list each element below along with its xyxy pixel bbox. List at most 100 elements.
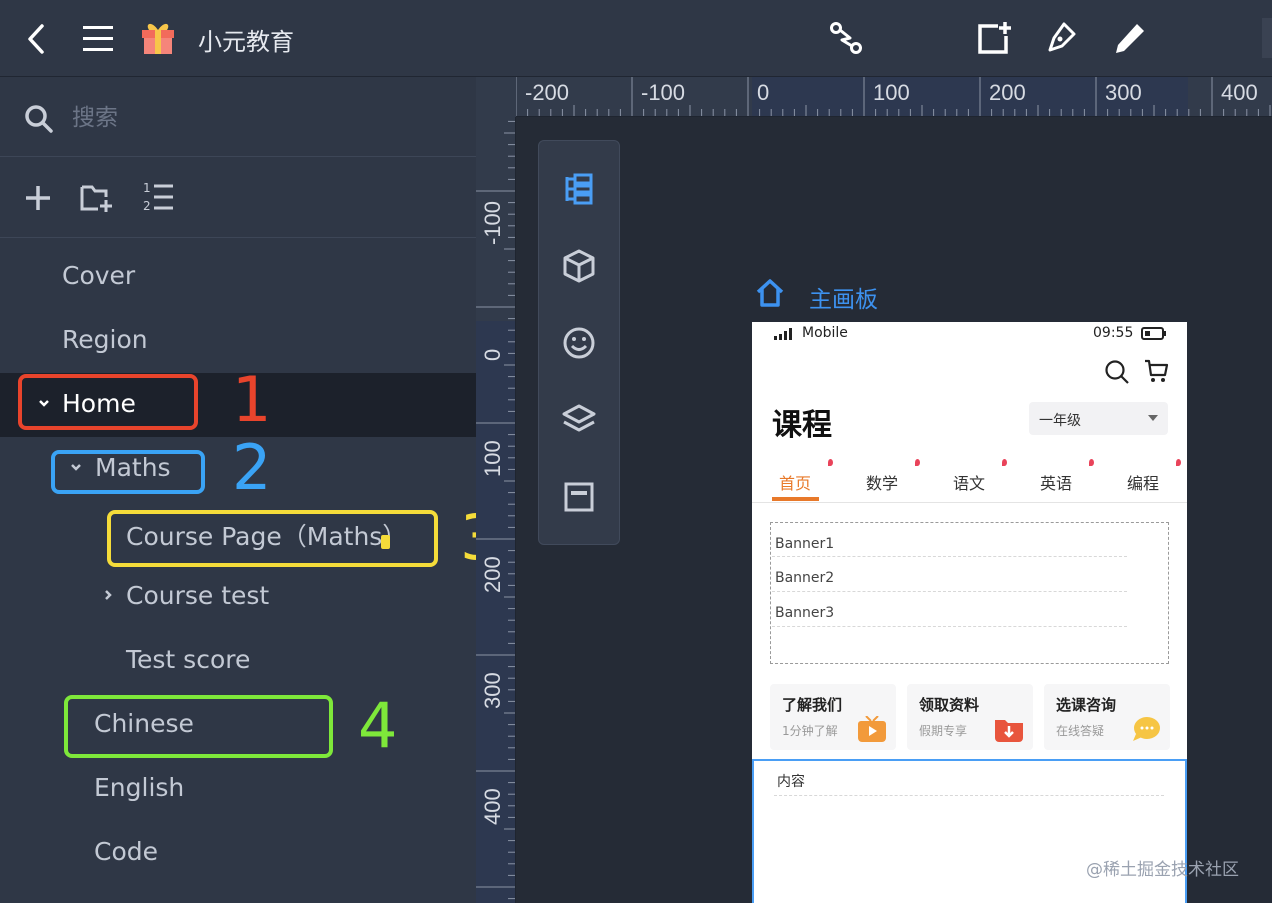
grade-select[interactable]: 一年级	[1029, 402, 1168, 435]
cube-icon[interactable]	[559, 246, 599, 286]
card-title: 了解我们	[782, 696, 843, 714]
tree-item-label: English	[94, 773, 185, 802]
panel-edge	[1262, 18, 1272, 58]
design-canvas[interactable]: -200 -100 0 100 200 300 400 -100 0 100 200 300 400 5…	[476, 77, 1272, 903]
search-icon[interactable]	[1104, 359, 1130, 385]
ruler-vertical[interactable]: -100 0 100 200 300 400 500	[476, 117, 516, 903]
banner-item[interactable]: Banner1	[775, 536, 834, 552]
page-title: 课程	[772, 408, 832, 443]
phone-artboard[interactable]: Mobile 09:55 课程 一年级 首页 数学 语文 英语 编程 Banne	[752, 322, 1187, 903]
banner-item[interactable]: Banner3	[775, 605, 834, 621]
signal-icon	[774, 328, 792, 340]
tree-toolbar: 12	[0, 158, 476, 238]
tree-item-test-score[interactable]: Test score	[0, 629, 476, 693]
search-icon	[25, 105, 53, 133]
annotation-box-2	[51, 450, 205, 494]
tree-item-label: Test score	[126, 645, 251, 674]
banner-divider	[772, 626, 1127, 627]
ruler-label: -100	[480, 200, 505, 245]
ruler-label: -100	[641, 80, 686, 105]
home-icon	[756, 279, 784, 307]
annotation-number-4: 4	[358, 689, 398, 762]
chevron-right-icon[interactable]	[100, 587, 116, 603]
tree-structure-icon[interactable]	[559, 169, 599, 209]
card-about-us[interactable]: 了解我们 1分钟了解	[770, 684, 896, 750]
smiley-icon[interactable]	[559, 323, 599, 363]
video-play-icon	[858, 716, 886, 742]
tab-badge-dot	[1176, 459, 1181, 466]
content-section[interactable]: 内容	[752, 759, 1187, 903]
tree-item-english[interactable]: English	[0, 757, 476, 821]
pencil-icon[interactable]	[1112, 20, 1148, 56]
banner-item[interactable]: Banner2	[775, 570, 834, 586]
ruler-label: 200	[989, 80, 1026, 105]
cart-icon[interactable]	[1143, 358, 1169, 384]
search-row	[0, 77, 476, 157]
caret-down-icon	[1148, 415, 1158, 421]
text-cursor	[381, 535, 390, 549]
content-label: 内容	[777, 774, 805, 790]
tree-item-cover[interactable]: Cover	[0, 245, 476, 309]
card-subtitle: 1分钟了解	[782, 724, 838, 738]
tab-maths[interactable]: 数学	[866, 470, 898, 494]
ruler-label: 100	[480, 440, 505, 477]
add-page-icon[interactable]	[976, 20, 1012, 56]
hamburger-menu-icon[interactable]	[82, 24, 114, 54]
tree-item-label: Cover	[62, 261, 136, 290]
ruler-horizontal[interactable]: -200 -100 0 100 200 300 400	[516, 77, 1272, 117]
watermark: @稀土掘金技术社区	[1086, 860, 1239, 880]
annotation-number-1: 1	[232, 363, 272, 436]
frame-icon[interactable]	[559, 477, 599, 517]
back-arrow-icon[interactable]	[22, 22, 50, 56]
annotation-box-1	[18, 374, 198, 430]
tab-chinese[interactable]: 语文	[953, 470, 985, 494]
gift-box-icon	[142, 23, 174, 54]
tree-item-course-test[interactable]: Course test	[0, 565, 476, 629]
card-title: 领取资料	[919, 696, 980, 714]
tab-divider	[752, 502, 1187, 503]
ruler-label: 0	[757, 80, 770, 105]
grade-select-value: 一年级	[1039, 413, 1081, 429]
annotation-box-4	[64, 695, 333, 758]
tab-badge-dot	[915, 459, 920, 466]
plus-icon[interactable]	[24, 184, 52, 212]
ruler-label: 0	[480, 348, 505, 361]
tab-coding[interactable]: 编程	[1127, 470, 1159, 494]
status-time: 09:55	[1093, 325, 1134, 341]
artboard-title[interactable]: 主画板	[809, 280, 878, 314]
card-course-consult[interactable]: 选课咨询 在线答疑	[1044, 684, 1170, 750]
tab-badge-dot	[1002, 459, 1007, 466]
numbered-list-icon[interactable]: 12	[142, 180, 174, 214]
annotation-number-2: 2	[232, 431, 272, 504]
banner-divider	[772, 591, 1127, 592]
carrier-label: Mobile	[802, 325, 848, 341]
app-window: 小元教育 12 Cover Region Home Maths	[0, 0, 1272, 903]
add-folder-icon[interactable]	[80, 184, 114, 212]
tab-home[interactable]: 首页	[779, 470, 811, 494]
svg-text:1: 1	[143, 181, 151, 195]
tab-english[interactable]: 英语	[1040, 470, 1072, 494]
tree-item-label: Code	[94, 837, 159, 866]
connection-icon[interactable]	[828, 20, 864, 56]
chat-bubble-icon	[1133, 717, 1160, 741]
app-title: 小元教育	[198, 28, 294, 56]
tree-item-code[interactable]: Code	[0, 821, 476, 885]
ruler-label: 200	[480, 556, 505, 593]
tree-item-label: Course test	[126, 581, 270, 610]
card-subtitle: 在线答疑	[1056, 724, 1105, 738]
active-tab-indicator	[772, 497, 819, 501]
pen-tool-icon[interactable]	[1044, 20, 1078, 56]
layers-icon[interactable]	[559, 400, 599, 440]
tree-item-label: Region	[62, 325, 148, 354]
page-tree-sidebar: 12 Cover Region Home Maths Course Page（M…	[0, 77, 499, 903]
download-folder-icon	[995, 720, 1023, 742]
vertical-toolbar	[538, 140, 620, 545]
ruler-label: 100	[873, 80, 910, 105]
top-toolbar: 小元教育	[0, 0, 1272, 77]
card-get-materials[interactable]: 领取资料 假期专享	[907, 684, 1033, 750]
tab-badge-dot	[1089, 459, 1094, 466]
ruler-label: 400	[480, 788, 505, 825]
search-input[interactable]	[72, 101, 452, 135]
ruler-label: -200	[525, 80, 570, 105]
card-title: 选课咨询	[1056, 696, 1117, 714]
